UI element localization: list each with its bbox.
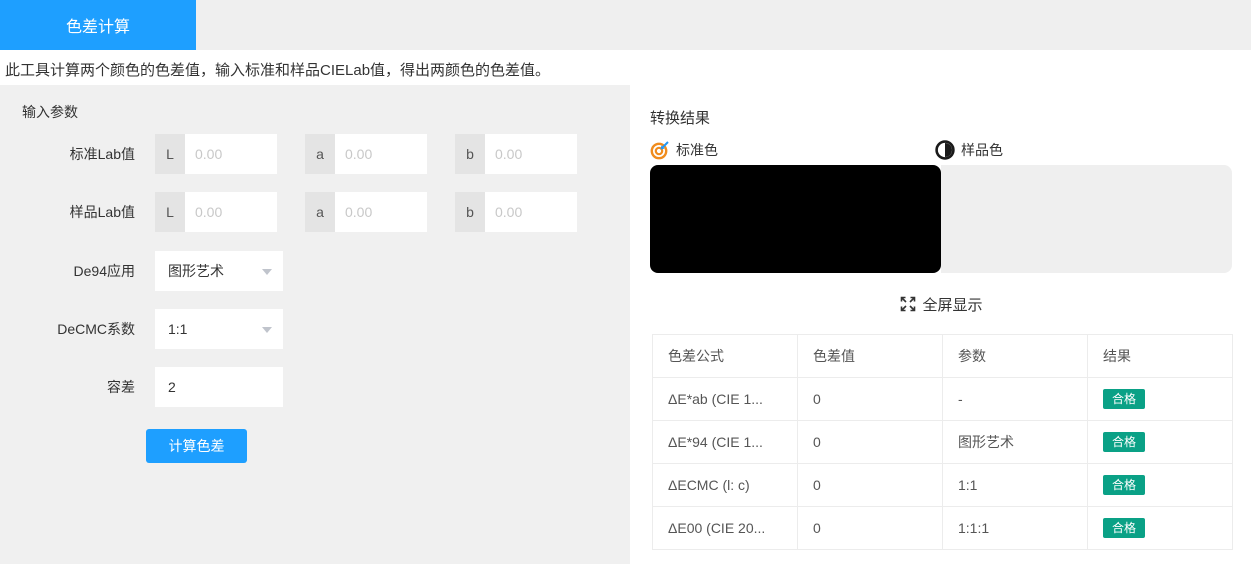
result-table: 色差公式 色差值 参数 结果 ΔE*ab (CIE 1... 0 - 合格 ΔE… (652, 334, 1233, 550)
standard-b-group: b (455, 134, 577, 174)
target-icon (650, 140, 670, 160)
l-prefix-label: L (155, 134, 185, 174)
standard-lab-row: 标准Lab值 L a b (0, 134, 630, 174)
contrast-icon (935, 140, 955, 160)
l-prefix-label: L (155, 192, 185, 232)
result-cell: 合格 (1088, 378, 1233, 421)
formula-cell: ΔE*ab (CIE 1... (653, 378, 798, 421)
a-prefix-label: a (305, 134, 335, 174)
decmc-row: DeCMC系数 1:1 (0, 309, 630, 349)
header-value: 色差值 (798, 335, 943, 378)
tab-color-difference[interactable]: 色差计算 (0, 0, 196, 50)
decmc-selected-value: 1:1 (168, 321, 187, 337)
header-result: 结果 (1088, 335, 1233, 378)
standard-color-label: 标准色 (676, 140, 718, 160)
formula-cell: ΔE00 (CIE 20... (653, 507, 798, 550)
value-cell: 0 (798, 378, 943, 421)
standard-l-group: L (155, 134, 277, 174)
tolerance-input[interactable] (155, 367, 283, 407)
standard-lab-label: 标准Lab值 (0, 134, 135, 174)
status-badge: 合格 (1103, 518, 1145, 538)
param-cell: 1:1:1 (943, 507, 1088, 550)
result-cell: 合格 (1088, 464, 1233, 507)
status-badge: 合格 (1103, 432, 1145, 452)
header-formula: 色差公式 (653, 335, 798, 378)
result-cell: 合格 (1088, 507, 1233, 550)
input-panel: 输入参数 标准Lab值 L a b 样品Lab值 L (0, 85, 630, 564)
a-prefix-label: a (305, 192, 335, 232)
result-cell: 合格 (1088, 421, 1233, 464)
sample-color-swatch (941, 165, 1232, 273)
color-difference-tool: 色差计算 此工具计算两个颜色的色差值，输入标准和样品CIELab值，得出两颜色的… (0, 0, 1251, 564)
chevron-down-icon (262, 327, 272, 333)
table-row: ΔE*94 (CIE 1... 0 图形艺术 合格 (653, 421, 1233, 464)
sample-lab-label: 样品Lab值 (0, 192, 135, 232)
sample-lab-row: 样品Lab值 L a b (0, 192, 630, 232)
fullscreen-button[interactable]: 全屏显示 (650, 292, 1232, 316)
tolerance-label: 容差 (0, 367, 135, 407)
sample-l-input[interactable] (185, 192, 277, 232)
result-panel: 转换结果 标准色 样品色 (650, 85, 1251, 564)
table-row: ΔECMC (l: c) 0 1:1 合格 (653, 464, 1233, 507)
de94-row: De94应用 图形艺术 (0, 251, 630, 291)
standard-color-swatch (650, 165, 941, 273)
sample-b-group: b (455, 192, 577, 232)
formula-cell: ΔE*94 (CIE 1... (653, 421, 798, 464)
value-cell: 0 (798, 421, 943, 464)
status-badge: 合格 (1103, 475, 1145, 495)
standard-b-input[interactable] (485, 134, 577, 174)
table-row: ΔE*ab (CIE 1... 0 - 合格 (653, 378, 1233, 421)
fullscreen-expand-icon (899, 295, 917, 313)
table-row: ΔE00 (CIE 20... 0 1:1:1 合格 (653, 507, 1233, 550)
sample-color-caption: 样品色 (935, 139, 1003, 161)
tool-description: 此工具计算两个颜色的色差值，输入标准和样品CIELab值，得出两颜色的色差值。 (0, 50, 1251, 85)
formula-cell: ΔECMC (l: c) (653, 464, 798, 507)
sample-b-input[interactable] (485, 192, 577, 232)
standard-color-caption: 标准色 (650, 139, 718, 161)
status-badge: 合格 (1103, 389, 1145, 409)
calculate-button[interactable]: 计算色差 (146, 429, 247, 463)
value-cell: 0 (798, 464, 943, 507)
input-section-title: 输入参数 (22, 102, 78, 122)
sample-a-input[interactable] (335, 192, 427, 232)
tab-bar: 色差计算 (0, 0, 1251, 50)
param-cell: - (943, 378, 1088, 421)
header-param: 参数 (943, 335, 1088, 378)
decmc-select[interactable]: 1:1 (155, 309, 283, 349)
sample-color-label: 样品色 (961, 140, 1003, 160)
result-section-title: 转换结果 (650, 107, 710, 128)
tolerance-row: 容差 (0, 367, 630, 407)
sample-a-group: a (305, 192, 427, 232)
de94-select[interactable]: 图形艺术 (155, 251, 283, 291)
de94-label: De94应用 (0, 251, 135, 291)
standard-l-input[interactable] (185, 134, 277, 174)
decmc-label: DeCMC系数 (0, 309, 135, 349)
standard-a-group: a (305, 134, 427, 174)
param-cell: 图形艺术 (943, 421, 1088, 464)
de94-selected-value: 图形艺术 (168, 263, 224, 279)
b-prefix-label: b (455, 134, 485, 174)
standard-a-input[interactable] (335, 134, 427, 174)
chevron-down-icon (262, 269, 272, 275)
param-cell: 1:1 (943, 464, 1088, 507)
b-prefix-label: b (455, 192, 485, 232)
fullscreen-label: 全屏显示 (922, 294, 982, 315)
value-cell: 0 (798, 507, 943, 550)
sample-l-group: L (155, 192, 277, 232)
table-header-row: 色差公式 色差值 参数 结果 (653, 335, 1233, 378)
